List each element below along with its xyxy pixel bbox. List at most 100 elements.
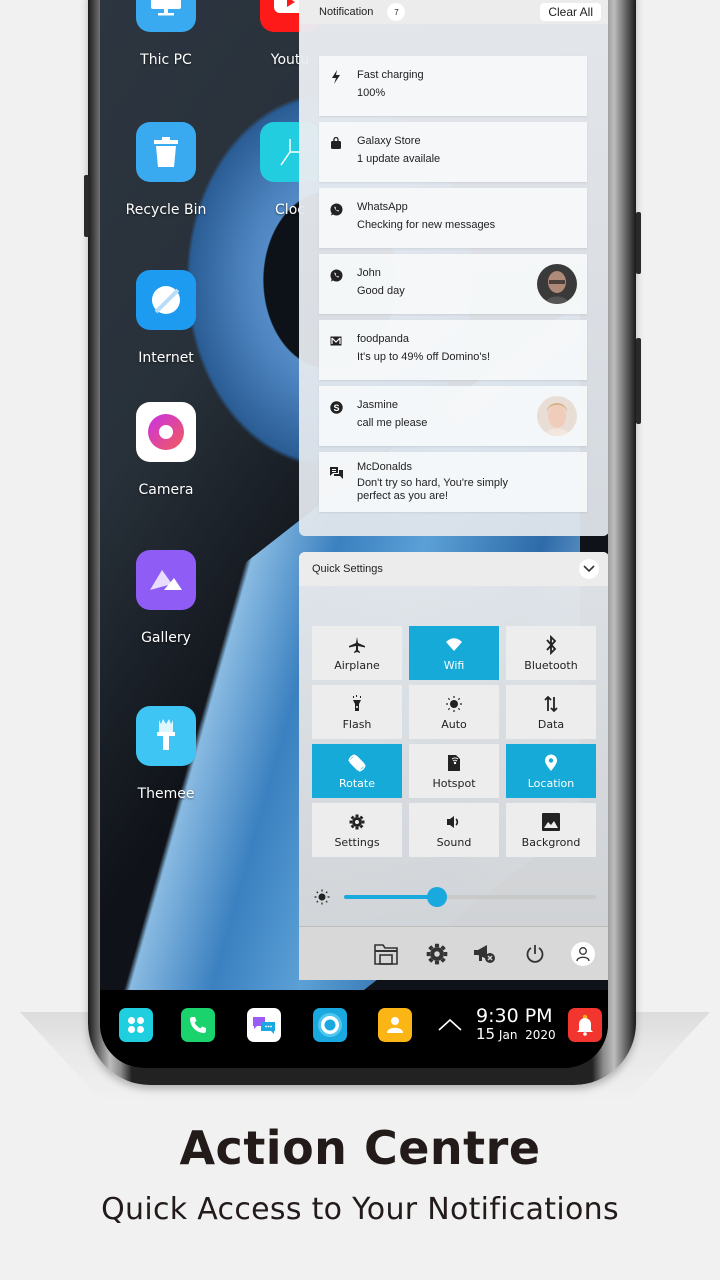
side-button [636, 338, 641, 424]
tile-label: Hotspot [432, 776, 476, 790]
bluetooth-icon [545, 634, 557, 655]
do-not-disturb-icon [474, 945, 495, 963]
notification-item[interactable]: McDonalds Don't try so hard, You're simp… [319, 452, 587, 512]
tile-auto-brightness[interactable]: Auto [409, 685, 499, 739]
brightness-track[interactable] [344, 887, 596, 907]
power-button[interactable] [522, 941, 548, 967]
phone-icon [190, 1017, 206, 1033]
tile-hotspot[interactable]: Hotspot [409, 744, 499, 798]
app-gallery[interactable]: Gallery [116, 550, 216, 646]
paintbrush-icon [136, 706, 196, 766]
bell-icon [577, 1014, 593, 1036]
gear-icon [349, 812, 365, 832]
notification-body: 100% [357, 87, 386, 99]
notification-title: WhatsApp [357, 201, 408, 213]
settings-button[interactable] [424, 941, 450, 967]
apps-grid-icon [128, 1017, 144, 1033]
tile-location[interactable]: Location [506, 744, 596, 798]
phone-button[interactable] [181, 1008, 215, 1042]
tile-sound[interactable]: Sound [409, 803, 499, 857]
show-tray-button[interactable] [436, 1012, 464, 1038]
notification-item[interactable]: Galaxy Store 1 update availale [319, 122, 587, 182]
tile-flash[interactable]: Flash [312, 685, 402, 739]
chevron-down-icon [583, 565, 595, 573]
notification-body: Checking for new messages [357, 219, 496, 231]
brightness-icon [314, 889, 330, 910]
tile-label: Auto [441, 717, 467, 731]
app-label: Recycle Bin [125, 202, 207, 218]
tile-label: Wifi [443, 658, 465, 672]
collapse-button[interactable] [579, 559, 599, 579]
notification-item[interactable]: WhatsApp Checking for new messages [319, 188, 587, 248]
chevron-up-icon [438, 1018, 462, 1031]
apps-grid-button[interactable] [119, 1008, 153, 1042]
skype-icon: S [329, 400, 343, 414]
promo-headline: Action Centre [179, 1121, 541, 1175]
power-button [636, 212, 641, 274]
messages-button[interactable] [247, 1008, 281, 1042]
tile-label: Airplane [334, 658, 380, 672]
notification-panel: Notification 7 Clear All Fast charging 1… [299, 0, 608, 536]
quick-settings-panel: Quick Settings Airplane Wifi Bluetooth F… [299, 552, 608, 980]
notification-item[interactable]: foodpanda It's up to 49% off Domino's! [319, 320, 587, 380]
settings-gear-icon [426, 943, 448, 965]
app-camera[interactable]: Camera [116, 402, 216, 498]
notification-title: Notification [319, 6, 374, 18]
notification-item[interactable]: Fast charging 100% [319, 56, 587, 116]
tile-background[interactable]: Backgrond [506, 803, 596, 857]
app-recycle-bin[interactable]: Recycle Bin [116, 122, 216, 218]
app-label: Gallery [141, 630, 191, 646]
user-icon [576, 947, 590, 962]
app-themes[interactable]: Themee [116, 706, 216, 802]
notification-body: It's up to 49% off Domino's! [357, 351, 491, 363]
contacts-button[interactable] [378, 1008, 412, 1042]
hotspot-icon [446, 753, 462, 773]
brightness-thumb[interactable] [427, 887, 448, 907]
tile-label: Settings [334, 835, 380, 849]
whatsapp-icon [329, 202, 343, 216]
tile-bluetooth[interactable]: Bluetooth [506, 626, 596, 680]
tile-airplane[interactable]: Airplane [312, 626, 402, 680]
taskbar-clock[interactable]: 9:30 PM 15 Jan 2020 [476, 1006, 556, 1043]
notification-item[interactable]: John Good day [319, 254, 587, 314]
tile-label: Bluetooth [524, 658, 578, 672]
avatar-jasmine [537, 396, 577, 436]
phone-screen: Thic PC Youtu Recycle Bin Cloc Internet … [100, 0, 608, 1068]
app-this-pc[interactable]: Thic PC [116, 0, 216, 68]
clear-all-button[interactable]: Clear All [540, 3, 601, 21]
camera-icon [136, 402, 196, 462]
action-centre-button[interactable] [568, 1008, 602, 1042]
notification-body: 1 update availale [357, 153, 441, 165]
tile-data[interactable]: Data [506, 685, 596, 739]
rotate-icon [347, 753, 367, 773]
date-day: 15 [476, 1025, 496, 1043]
tile-label: Location [527, 776, 575, 790]
tile-wifi[interactable]: Wifi [409, 626, 499, 680]
tile-label: Flash [342, 717, 372, 731]
quick-settings-grid: Airplane Wifi Bluetooth Flash Auto Data [312, 626, 597, 857]
notification-item[interactable]: S Jasmine call me please [319, 386, 587, 446]
file-explorer-button[interactable] [373, 941, 399, 967]
do-not-disturb-button[interactable] [472, 941, 498, 967]
date-year: 2020 [525, 1028, 556, 1042]
whatsapp-icon [329, 268, 343, 282]
brightness-slider[interactable] [314, 885, 599, 909]
svg-text:S: S [333, 402, 339, 412]
tile-label: Rotate [338, 776, 375, 790]
browser-button[interactable] [313, 1008, 347, 1042]
power-icon [526, 945, 544, 963]
notification-header: Notification 7 Clear All [299, 0, 608, 24]
notification-body: Don't try so hard, You're simply perfect… [357, 477, 508, 502]
avatar-john [537, 264, 577, 304]
tile-settings[interactable]: Settings [312, 803, 402, 857]
chat-icon [329, 466, 343, 480]
notification-title: foodpanda [357, 333, 409, 345]
speaker-icon [446, 812, 462, 832]
monitor-icon [136, 0, 196, 32]
tile-rotate[interactable]: Rotate [312, 744, 402, 798]
user-account-button[interactable] [571, 942, 595, 966]
tile-label: Sound [436, 835, 472, 849]
location-pin-icon [544, 753, 558, 773]
flashlight-icon [351, 694, 363, 714]
app-internet[interactable]: Internet [116, 270, 216, 366]
